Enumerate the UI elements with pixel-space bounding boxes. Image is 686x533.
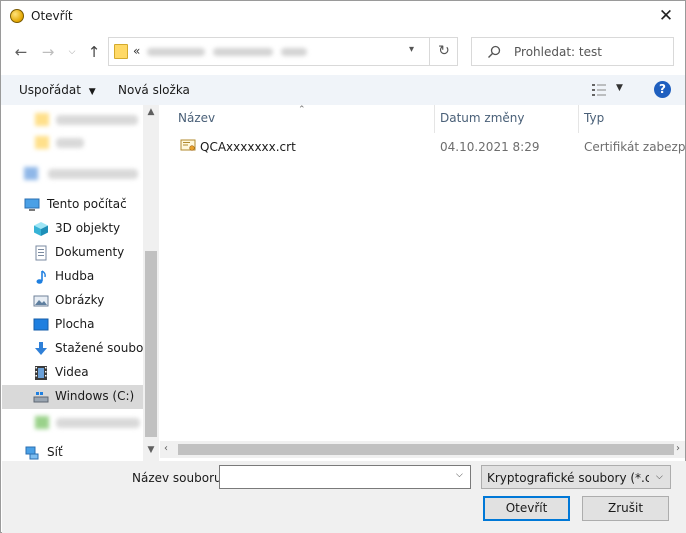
new-folder-button[interactable]: Nová složka (118, 83, 190, 97)
close-button[interactable]: ✕ (655, 6, 677, 26)
drive-icon (33, 392, 49, 403)
nav-item-windows-c[interactable]: Windows (C:) (2, 385, 145, 409)
view-options-icon[interactable] (591, 83, 607, 97)
nav-item-redacted[interactable] (56, 138, 84, 148)
window-title: Otevřít (31, 9, 73, 23)
file-name: QCAxxxxxxx.crt (200, 140, 296, 154)
organize-label: Uspořádat (19, 83, 81, 97)
filename-label: Název souboru: (132, 471, 226, 485)
search-box[interactable]: Prohledat: test (471, 37, 674, 66)
file-row[interactable]: QCAxxxxxxx.crt 04.10.2021 8:29 Certifiká… (165, 135, 686, 157)
help-icon[interactable]: ? (654, 81, 671, 98)
folder-icon (35, 113, 49, 126)
music-icon (36, 270, 46, 284)
file-type-filter-value: Kryptografické soubory (*.crt;*. (487, 471, 649, 485)
folder-icon (35, 136, 49, 149)
file-list[interactable]: ⌃ Název Datum změny Typ QCAxxxxxxx.crt 0… (160, 105, 686, 461)
cancel-button[interactable]: Zrušit (582, 496, 669, 521)
pictures-icon (33, 295, 49, 307)
nav-item-this-pc[interactable]: Tento počítač (2, 193, 145, 217)
nav-item-label: Plocha (55, 317, 95, 331)
column-header-date[interactable]: Datum změny (440, 111, 525, 133)
nav-item-label: Tento počítač (47, 197, 127, 211)
nav-item-label: Hudba (55, 269, 95, 283)
breadcrumb-segment[interactable] (213, 48, 273, 56)
sort-ascending-icon: ⌃ (298, 105, 306, 115)
nav-scrollbar-thumb[interactable] (145, 251, 157, 437)
scroll-right-icon[interactable]: › (676, 443, 680, 454)
title-bar[interactable]: Otevřít ✕ (1, 1, 685, 31)
navigation-pane[interactable]: Tento počítač 3D objekty Dokumenty Hudba… (2, 105, 159, 461)
3d-objects-icon (34, 222, 48, 236)
nav-item-label: 3D objekty (55, 221, 121, 235)
horizontal-scrollbar-thumb[interactable] (178, 444, 674, 455)
nav-item-desktop[interactable]: Plocha (2, 313, 145, 337)
documents-icon (35, 245, 47, 261)
nav-item-redacted[interactable] (56, 418, 140, 428)
app-icon (10, 9, 24, 23)
cloud-icon (24, 167, 38, 180)
scroll-up-icon[interactable]: ▲ (146, 107, 156, 117)
nav-item-music[interactable]: Hudba (2, 265, 145, 289)
forward-arrow-icon[interactable]: → (39, 42, 57, 62)
dialog-footer: Název souboru: ⌵ Kryptografické soubory … (2, 461, 686, 533)
organize-button[interactable]: Uspořádat ▼ (19, 83, 96, 97)
nav-item-downloads[interactable]: Stažené soubory (2, 337, 155, 361)
column-divider[interactable] (434, 105, 435, 133)
refresh-icon[interactable]: ↻ (429, 38, 458, 65)
file-type-filter-select[interactable]: Kryptografické soubory (*.crt;*. ⌵ (481, 465, 671, 489)
chevron-down-icon: ⌵ (656, 472, 663, 482)
nav-item-redacted[interactable] (48, 169, 138, 179)
nav-scrollbar[interactable]: ▲ ▼ (143, 105, 159, 461)
nav-item-label: Obrázky (55, 293, 105, 307)
file-date: 04.10.2021 8:29 (440, 140, 540, 154)
nav-item-redacted[interactable] (56, 115, 138, 125)
nav-item-3d-objects[interactable]: 3D objekty (2, 217, 145, 241)
horizontal-scrollbar[interactable]: ‹ › (160, 441, 685, 458)
breadcrumb-segment[interactable] (147, 48, 205, 56)
drive-icon (35, 416, 49, 429)
breadcrumb-segment[interactable] (281, 48, 307, 56)
column-header-name[interactable]: Název (178, 111, 215, 133)
column-header-type[interactable]: Typ (584, 111, 604, 133)
folder-icon (114, 44, 128, 59)
open-button[interactable]: Otevřít (483, 496, 570, 521)
nav-item-label: Windows (C:) (55, 389, 135, 403)
nav-item-videos[interactable]: Videa (2, 361, 145, 385)
nav-item-pictures[interactable]: Obrázky (2, 289, 145, 313)
back-arrow-icon[interactable]: ← (12, 42, 30, 62)
address-dropdown-icon[interactable]: ▾ (409, 44, 414, 55)
certificate-icon (180, 139, 196, 151)
search-icon (488, 45, 501, 58)
scroll-down-icon[interactable]: ▼ (146, 445, 156, 455)
breadcrumb-overflow[interactable]: « (133, 44, 140, 58)
command-bar: Uspořádat ▼ Nová složka ▼ ? (1, 75, 685, 105)
file-type: Certifikát zabezpe... (584, 140, 686, 154)
recent-locations-chevron-icon[interactable]: ⌵ (65, 42, 79, 62)
nav-item-label: Síť (47, 445, 63, 459)
downloads-icon (35, 342, 47, 355)
filename-input[interactable] (219, 465, 471, 489)
view-dropdown-icon[interactable]: ▼ (616, 83, 623, 93)
desktop-icon (33, 318, 49, 331)
filename-dropdown-icon[interactable]: ⌵ (456, 470, 463, 480)
column-divider[interactable] (578, 105, 579, 133)
computer-icon (24, 198, 40, 211)
nav-item-documents[interactable]: Dokumenty (2, 241, 145, 265)
up-arrow-icon[interactable]: ↑ (85, 42, 103, 62)
nav-item-label: Stažené soubory (55, 341, 156, 355)
chevron-down-icon: ▼ (88, 87, 96, 97)
search-placeholder: Prohledat: test (514, 45, 602, 59)
nav-item-label: Videa (55, 365, 89, 379)
open-file-dialog: Otevřít ✕ ← → ⌵ ↑ « ▾ ↻ Prohledat: test … (0, 0, 686, 533)
network-icon (25, 446, 39, 460)
address-bar[interactable]: « ▾ ↻ (108, 37, 458, 66)
scroll-left-icon[interactable]: ‹ (164, 443, 168, 454)
nav-item-label: Dokumenty (55, 245, 125, 259)
nav-item-network[interactable]: Síť (2, 441, 145, 461)
videos-icon (35, 366, 47, 380)
